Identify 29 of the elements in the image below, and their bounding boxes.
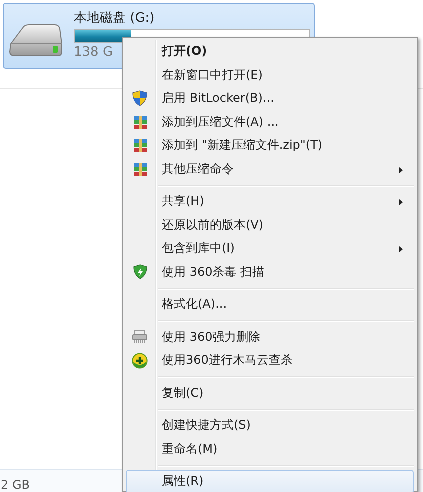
plus-circle-icon bbox=[132, 352, 148, 369]
menu-item[interactable]: 使用 360强力删除 bbox=[126, 326, 414, 349]
drive-size: 138 G bbox=[74, 45, 114, 61]
drive-size: 2 GB bbox=[1, 478, 30, 492]
menu-item[interactable]: 包含到库中(I) bbox=[126, 237, 414, 260]
shredder-icon bbox=[132, 330, 148, 344]
menu-item[interactable]: 使用 360杀毒 扫描 bbox=[126, 260, 414, 284]
submenu-arrow-icon bbox=[399, 166, 403, 174]
menu-item[interactable]: 使用360进行木马云查杀 bbox=[126, 349, 414, 372]
menu-item[interactable]: 重命名(M) bbox=[126, 438, 414, 461]
menu-item[interactable]: 格式化(A)... bbox=[126, 293, 414, 316]
hard-drive-icon bbox=[9, 22, 63, 58]
menu-item[interactable]: 属性(R) bbox=[126, 470, 414, 492]
submenu-arrow-icon bbox=[399, 199, 403, 206]
menu-item[interactable]: 复制(C) bbox=[126, 382, 414, 405]
shield-icon bbox=[132, 90, 148, 108]
menu-item[interactable]: 其他压缩命令 bbox=[126, 158, 414, 181]
menu-item[interactable]: 创建快捷方式(S) bbox=[126, 414, 414, 438]
menu-item[interactable]: 还原以前的版本(V) bbox=[126, 214, 414, 237]
archive-icon bbox=[132, 114, 148, 130]
menu-item[interactable]: 添加到压缩文件(A) ... bbox=[126, 110, 414, 134]
menu-item[interactable]: 添加到 "新建压缩文件.zip"(T) bbox=[126, 134, 414, 158]
archive-icon bbox=[132, 138, 148, 154]
menu-item[interactable]: 共享(H) bbox=[126, 190, 414, 214]
archive-icon bbox=[132, 162, 148, 177]
shield-icon bbox=[132, 264, 148, 280]
drive-name: 本地磁盘 (G:) bbox=[74, 11, 156, 27]
submenu-arrow-icon bbox=[399, 246, 403, 253]
menu-item[interactable]: 启用 BitLocker(B)... bbox=[126, 87, 414, 110]
